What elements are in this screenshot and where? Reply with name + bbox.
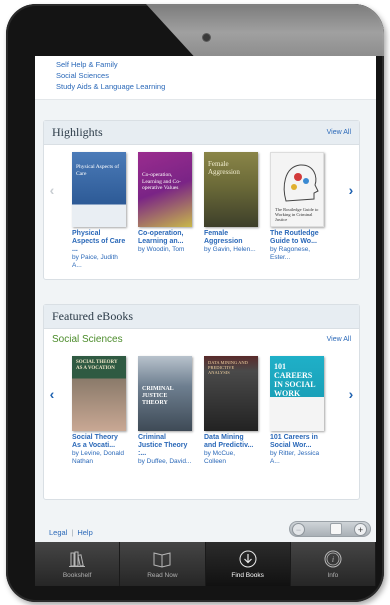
featured-title: Featured eBooks (52, 309, 133, 323)
download-icon (239, 550, 257, 567)
book-cover[interactable]: Physical Aspects of Care (72, 152, 126, 227)
cover-title: Physical Aspects of Care (76, 164, 120, 177)
carousel-next-arrow-icon[interactable]: › (346, 383, 356, 405)
book-title[interactable]: Data Mining and Predictiv... (204, 434, 258, 450)
bookshelf-icon (69, 551, 86, 567)
cover-title: The Routledge Guide to Working in Crimin… (275, 207, 319, 222)
book-title[interactable]: Criminal Justice Theory :... (138, 434, 192, 458)
cover-title: Female Aggression (208, 160, 240, 176)
highlights-carousel: ‹ Physical Aspects of Care Physical Aspe… (44, 145, 359, 275)
highlights-header: Highlights View All (44, 121, 359, 145)
cover-title: 101 CAREERS IN SOCIAL WORK (274, 362, 316, 398)
category-link-study-aids[interactable]: Study Aids & Language Learning (56, 81, 376, 92)
highlights-view-all-link[interactable]: View All (327, 129, 351, 136)
book-title[interactable]: Female Aggression (204, 230, 258, 246)
zoom-slider[interactable]: − + (289, 521, 371, 537)
tab-label: Bookshelf (62, 571, 92, 579)
legal-link[interactable]: Legal (49, 528, 67, 537)
featured-category-title: Social Sciences (52, 333, 123, 345)
book-item[interactable]: 101 CAREERS IN SOCIAL WORK 101 Careers i… (270, 356, 324, 465)
book-item[interactable]: Female Aggression Female Aggression by G… (204, 152, 258, 254)
featured-header: Featured eBooks (44, 305, 359, 329)
footer-links: Legal | Help (49, 528, 93, 537)
highlights-panel: Highlights View All ‹ Physical Aspects o… (43, 120, 360, 280)
cover-head-illustration-icon (283, 164, 319, 202)
book-title[interactable]: 101 Careers in Social Wor... (270, 434, 324, 450)
cover-title: CRIMINAL JUSTICE THEORY (142, 386, 174, 406)
book-item[interactable]: Physical Aspects of Care Physical Aspect… (72, 152, 126, 269)
book-cover[interactable]: DATA MINING AND PREDICTIVE ANALYSIS (204, 356, 258, 431)
camera-icon (203, 34, 210, 41)
book-cover[interactable]: SOCIAL THEORY AS A VOCATION (72, 356, 126, 431)
zoom-slider-handle[interactable] (330, 523, 342, 535)
book-author[interactable]: by Ragonese, Ester... (270, 246, 324, 261)
book-title[interactable]: Physical Aspects of Care ... (72, 230, 126, 254)
book-title[interactable]: Social Theory As a Vocati... (72, 434, 126, 450)
tab-find-books[interactable]: Find Books (205, 542, 291, 586)
tab-info[interactable]: i Info (291, 542, 376, 586)
book-cover[interactable]: Female Aggression (204, 152, 258, 227)
book-cover[interactable]: 101 CAREERS IN SOCIAL WORK (270, 356, 324, 431)
book-cover[interactable]: The Routledge Guide to Working in Crimin… (270, 152, 324, 227)
carousel-prev-arrow-icon[interactable]: ‹ (47, 383, 57, 405)
featured-subheader: Social Sciences View All (44, 329, 359, 349)
tab-label: Find Books (231, 571, 264, 579)
cover-title: Co-operation, Learning and Co-operative … (142, 172, 181, 191)
highlights-title: Highlights (52, 125, 103, 139)
book-item[interactable]: CRIMINAL JUSTICE THEORY Criminal Justice… (138, 356, 192, 466)
carousel-prev-arrow-icon[interactable]: ‹ (47, 179, 57, 201)
app-screen: Self Help & Family Social Sciences Study… (35, 56, 376, 586)
book-author[interactable]: by McCue, Colleen (204, 450, 258, 465)
tab-label: Read Now (147, 571, 178, 579)
category-link-self-help[interactable]: Self Help & Family (56, 59, 376, 70)
carousel-next-arrow-icon[interactable]: › (346, 179, 356, 201)
open-book-icon (153, 551, 171, 568)
bottom-tab-bar: Bookshelf Read Now Find Books i Info (35, 542, 376, 586)
category-link-social-sciences[interactable]: Social Sciences (56, 70, 376, 81)
category-list: Self Help & Family Social Sciences Study… (35, 56, 376, 100)
screen-glare (146, 4, 384, 56)
book-author[interactable]: by Gavin, Helen... (204, 246, 258, 254)
zoom-in-icon[interactable]: + (354, 523, 367, 536)
svg-text:i: i (332, 555, 334, 564)
book-author[interactable]: by Ritter, Jessica A... (270, 450, 324, 465)
tab-read-now[interactable]: Read Now (120, 542, 206, 586)
book-author[interactable]: by Duffee, David... (138, 458, 192, 466)
book-item[interactable]: The Routledge Guide to Working in Crimin… (270, 152, 324, 261)
book-item[interactable]: Co-operation, Learning and Co-operative … (138, 152, 192, 254)
featured-view-all-link[interactable]: View All (327, 336, 351, 343)
tablet-frame: Self Help & Family Social Sciences Study… (6, 4, 384, 602)
cover-title: SOCIAL THEORY AS A VOCATION (76, 360, 118, 371)
help-link[interactable]: Help (77, 528, 92, 537)
book-author[interactable]: by Woodin, Tom (138, 246, 192, 254)
featured-carousel: ‹ SOCIAL THEORY AS A VOCATION Social The… (44, 349, 359, 479)
book-author[interactable]: by Paice, Judith A... (72, 254, 126, 269)
tab-label: Info (327, 571, 339, 579)
cover-title: DATA MINING AND PREDICTIVE ANALYSIS (208, 360, 248, 375)
book-cover[interactable]: Co-operation, Learning and Co-operative … (138, 152, 192, 227)
info-icon: i (324, 550, 342, 567)
footer-separator: | (71, 528, 74, 537)
book-author[interactable]: by Levine, Donald Nathan (72, 450, 126, 465)
book-title[interactable]: Co-operation, Learning an... (138, 230, 192, 246)
zoom-out-icon[interactable]: − (292, 523, 305, 536)
tab-bookshelf[interactable]: Bookshelf (35, 542, 121, 586)
featured-panel: Featured eBooks Social Sciences View All… (43, 304, 360, 500)
book-cover[interactable]: CRIMINAL JUSTICE THEORY (138, 356, 192, 431)
book-title[interactable]: The Routledge Guide to Wo... (270, 230, 324, 246)
book-item[interactable]: DATA MINING AND PREDICTIVE ANALYSIS Data… (204, 356, 258, 465)
book-item[interactable]: SOCIAL THEORY AS A VOCATION Social Theor… (72, 356, 126, 465)
